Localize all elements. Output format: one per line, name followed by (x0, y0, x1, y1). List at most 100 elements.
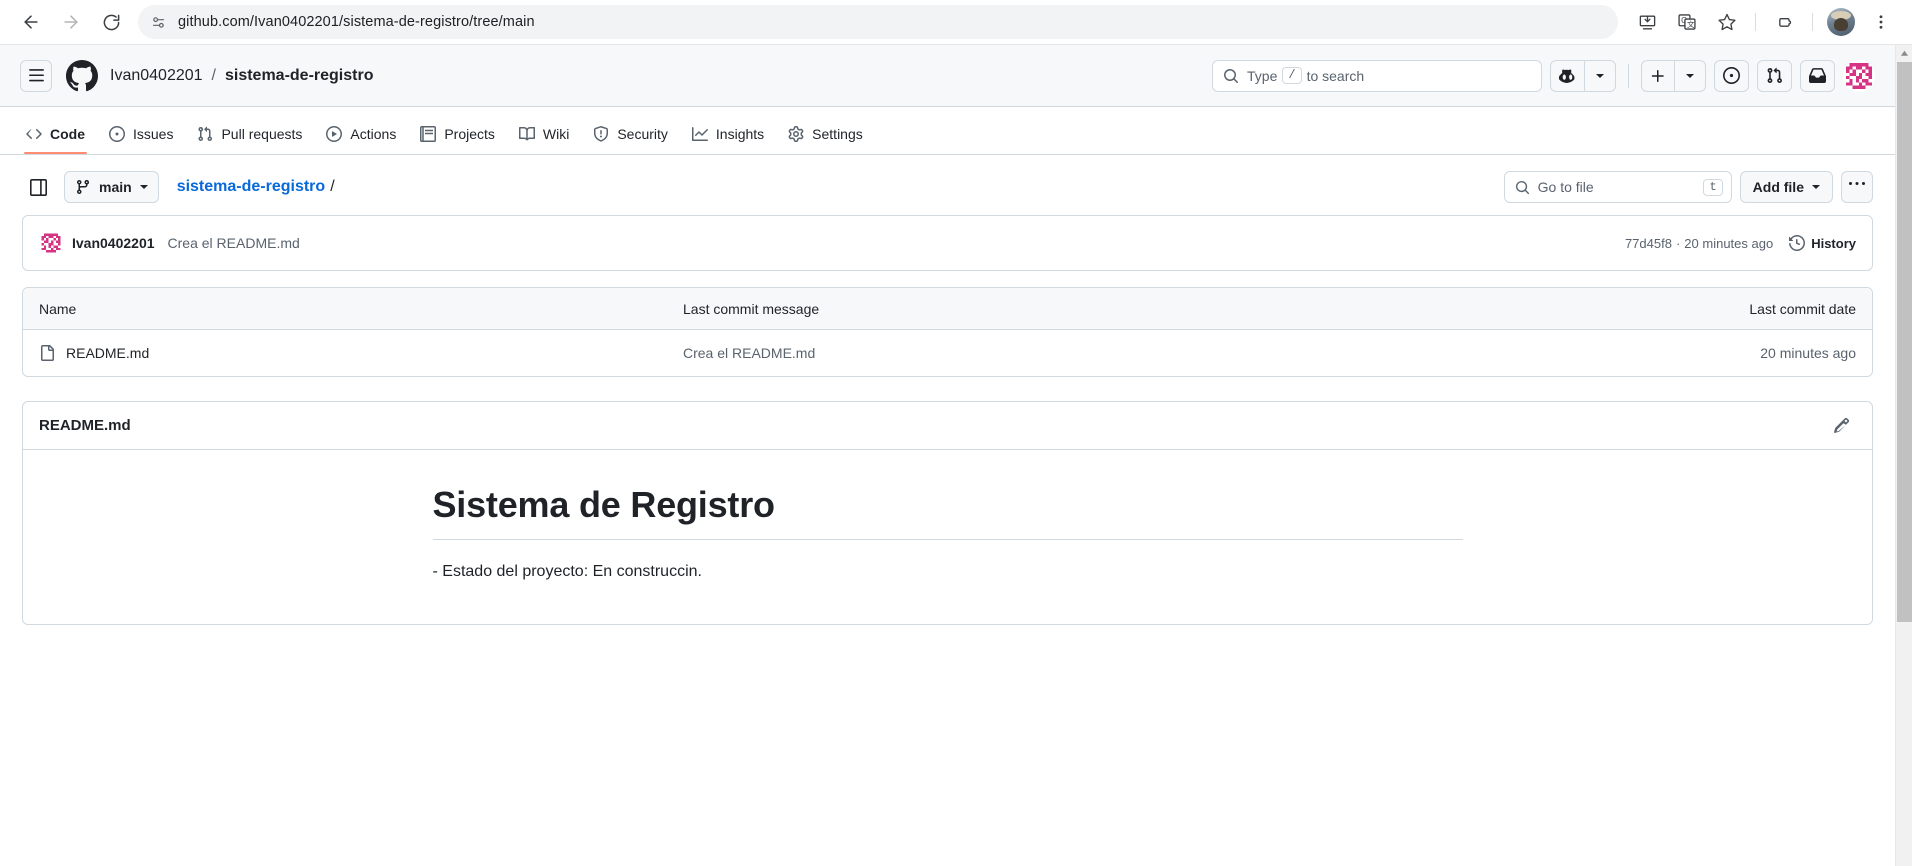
column-header-name: Name (39, 300, 77, 317)
commit-message[interactable]: Crea el README.md (168, 235, 300, 251)
gear-icon (788, 125, 804, 142)
readme-title: README.md (39, 417, 131, 434)
branch-name: main (99, 179, 132, 195)
file-toolbar-actions: Go to file t Add file (1503, 171, 1873, 203)
browser-forward-button[interactable] (52, 3, 90, 41)
bookmark-star-icon[interactable] (1708, 3, 1746, 41)
latest-commit-bar: Ivan0402201 Crea el README.md 77d45f8 · … (22, 215, 1873, 271)
page-content: Ivan0402201 / sistema-de-registro Type /… (0, 45, 1895, 866)
create-dropdown-caret-icon[interactable] (1674, 59, 1706, 92)
commit-hash[interactable]: 77d45f8 (1625, 236, 1672, 251)
tab-label: Issues (133, 125, 174, 142)
tab-label: Projects (444, 125, 495, 142)
commit-relative-time: 20 minutes ago (1684, 235, 1774, 251)
site-info-icon[interactable] (144, 8, 172, 36)
tab-security[interactable]: Security (583, 107, 678, 154)
browser-back-button[interactable] (12, 3, 50, 41)
repo-main-content: Ivan0402201 Crea el README.md 77d45f8 · … (0, 215, 1895, 625)
go-to-file-input[interactable]: Go to file t (1503, 171, 1732, 203)
file-name-cell: README.md (39, 345, 683, 361)
file-list-table: Name Last commit message Last commit dat… (22, 287, 1873, 377)
code-icon (26, 126, 42, 142)
search-placeholder: Type / to search (1247, 67, 1364, 84)
your-pull-requests-icon[interactable] (1757, 59, 1792, 92)
user-avatar[interactable] (1843, 59, 1875, 92)
file-table-header: Name Last commit message Last commit dat… (23, 288, 1872, 330)
browser-toolbar: github.com/Ivan0402201/sistema-de-regist… (0, 0, 1912, 45)
browser-reload-button[interactable] (92, 3, 130, 41)
tab-pull-requests[interactable]: Pull requests (187, 107, 312, 154)
tab-label: Pull requests (221, 125, 303, 142)
github-header-actions: Type / to search (1212, 59, 1875, 92)
file-commit-date: 20 minutes ago (1760, 345, 1856, 361)
readme-edit-button[interactable] (1826, 411, 1856, 441)
address-bar[interactable]: github.com/Ivan0402201/sistema-de-regist… (138, 5, 1618, 39)
file-name-link[interactable]: README.md (66, 345, 149, 361)
go-to-file-kbd: t (1703, 178, 1723, 196)
create-new-split-button (1641, 59, 1706, 92)
history-label: History (1811, 235, 1856, 251)
browser-actions: G文 (1628, 3, 1900, 41)
book-icon (518, 126, 535, 142)
issue-icon (109, 125, 125, 142)
notifications-inbox-icon[interactable] (1800, 59, 1835, 92)
copilot-dropdown-caret-icon[interactable] (1584, 59, 1616, 92)
global-search-input[interactable]: Type / to search (1212, 59, 1542, 92)
translate-icon[interactable]: G文 (1668, 3, 1706, 41)
repo-breadcrumb-header: Ivan0402201 / sistema-de-registro (110, 67, 373, 85)
breadcrumb-repo[interactable]: sistema-de-registro (225, 67, 374, 85)
tab-actions[interactable]: Actions (316, 107, 406, 154)
repo-nav-tabs: Code Issues Pull requests Actions Projec… (0, 107, 1895, 155)
scroll-up-arrow-icon[interactable] (1896, 45, 1912, 62)
path-breadcrumb: sistema-de-registro / (177, 178, 335, 196)
history-icon (1789, 235, 1806, 251)
branch-selector-button[interactable]: main (64, 171, 159, 203)
tab-issues[interactable]: Issues (99, 107, 183, 154)
pr-icon (197, 126, 213, 142)
tab-code[interactable]: Code (16, 107, 95, 154)
tab-label: Wiki (542, 125, 570, 142)
column-header-message: Last commit message (683, 300, 820, 317)
tab-insights[interactable]: Insights (682, 107, 774, 154)
copilot-icon[interactable] (1550, 59, 1584, 92)
file-tree-toggle-button[interactable] (22, 172, 54, 202)
your-issues-icon[interactable] (1714, 59, 1749, 92)
readme-header: README.md (23, 402, 1872, 450)
path-repo-link[interactable]: sistema-de-registro (177, 178, 326, 196)
global-nav-menu-button[interactable] (20, 59, 52, 92)
extensions-icon[interactable] (1765, 3, 1803, 41)
commit-author-group: Ivan0402201 Crea el README.md (39, 231, 300, 255)
table-icon (420, 125, 437, 142)
copilot-split-button (1550, 59, 1616, 92)
commit-meta-separator: · (1675, 235, 1681, 251)
more-options-button[interactable] (1841, 171, 1873, 203)
table-row[interactable]: README.md Crea el README.md 20 minutes a… (23, 330, 1872, 376)
tab-label: Actions (350, 125, 397, 142)
search-icon (1224, 68, 1238, 83)
commit-author-name[interactable]: Ivan0402201 (72, 235, 155, 251)
breadcrumb-owner[interactable]: Ivan0402201 (110, 67, 203, 85)
plus-icon[interactable] (1641, 59, 1674, 92)
svg-text:文: 文 (1687, 19, 1695, 29)
tab-wiki[interactable]: Wiki (509, 107, 579, 154)
toolbar-divider-2 (1812, 13, 1813, 31)
kebab-horizontal-icon (1849, 182, 1865, 185)
go-to-file-placeholder: Go to file (1537, 179, 1594, 195)
commit-author-avatar[interactable] (39, 231, 63, 255)
page-scrollbar[interactable] (1895, 45, 1912, 866)
tab-settings[interactable]: Settings (778, 107, 873, 154)
add-file-button[interactable]: Add file (1739, 171, 1833, 203)
scrollbar-thumb[interactable] (1897, 62, 1912, 622)
file-commit-message[interactable]: Crea el README.md (683, 345, 1636, 361)
file-navigation-toolbar: main sistema-de-registro / Go to file t … (0, 155, 1895, 215)
install-app-icon[interactable] (1628, 3, 1666, 41)
chrome-menu-icon[interactable] (1862, 3, 1900, 41)
history-link[interactable]: History (1789, 235, 1856, 251)
tab-label: Insights (715, 125, 765, 142)
shield-icon (593, 125, 609, 142)
tab-projects[interactable]: Projects (410, 107, 505, 154)
chrome-profile-avatar[interactable] (1827, 8, 1855, 36)
github-logo-icon[interactable] (66, 59, 98, 92)
address-bar-url: github.com/Ivan0402201/sistema-de-regist… (178, 14, 535, 30)
header-separator (1628, 63, 1629, 88)
